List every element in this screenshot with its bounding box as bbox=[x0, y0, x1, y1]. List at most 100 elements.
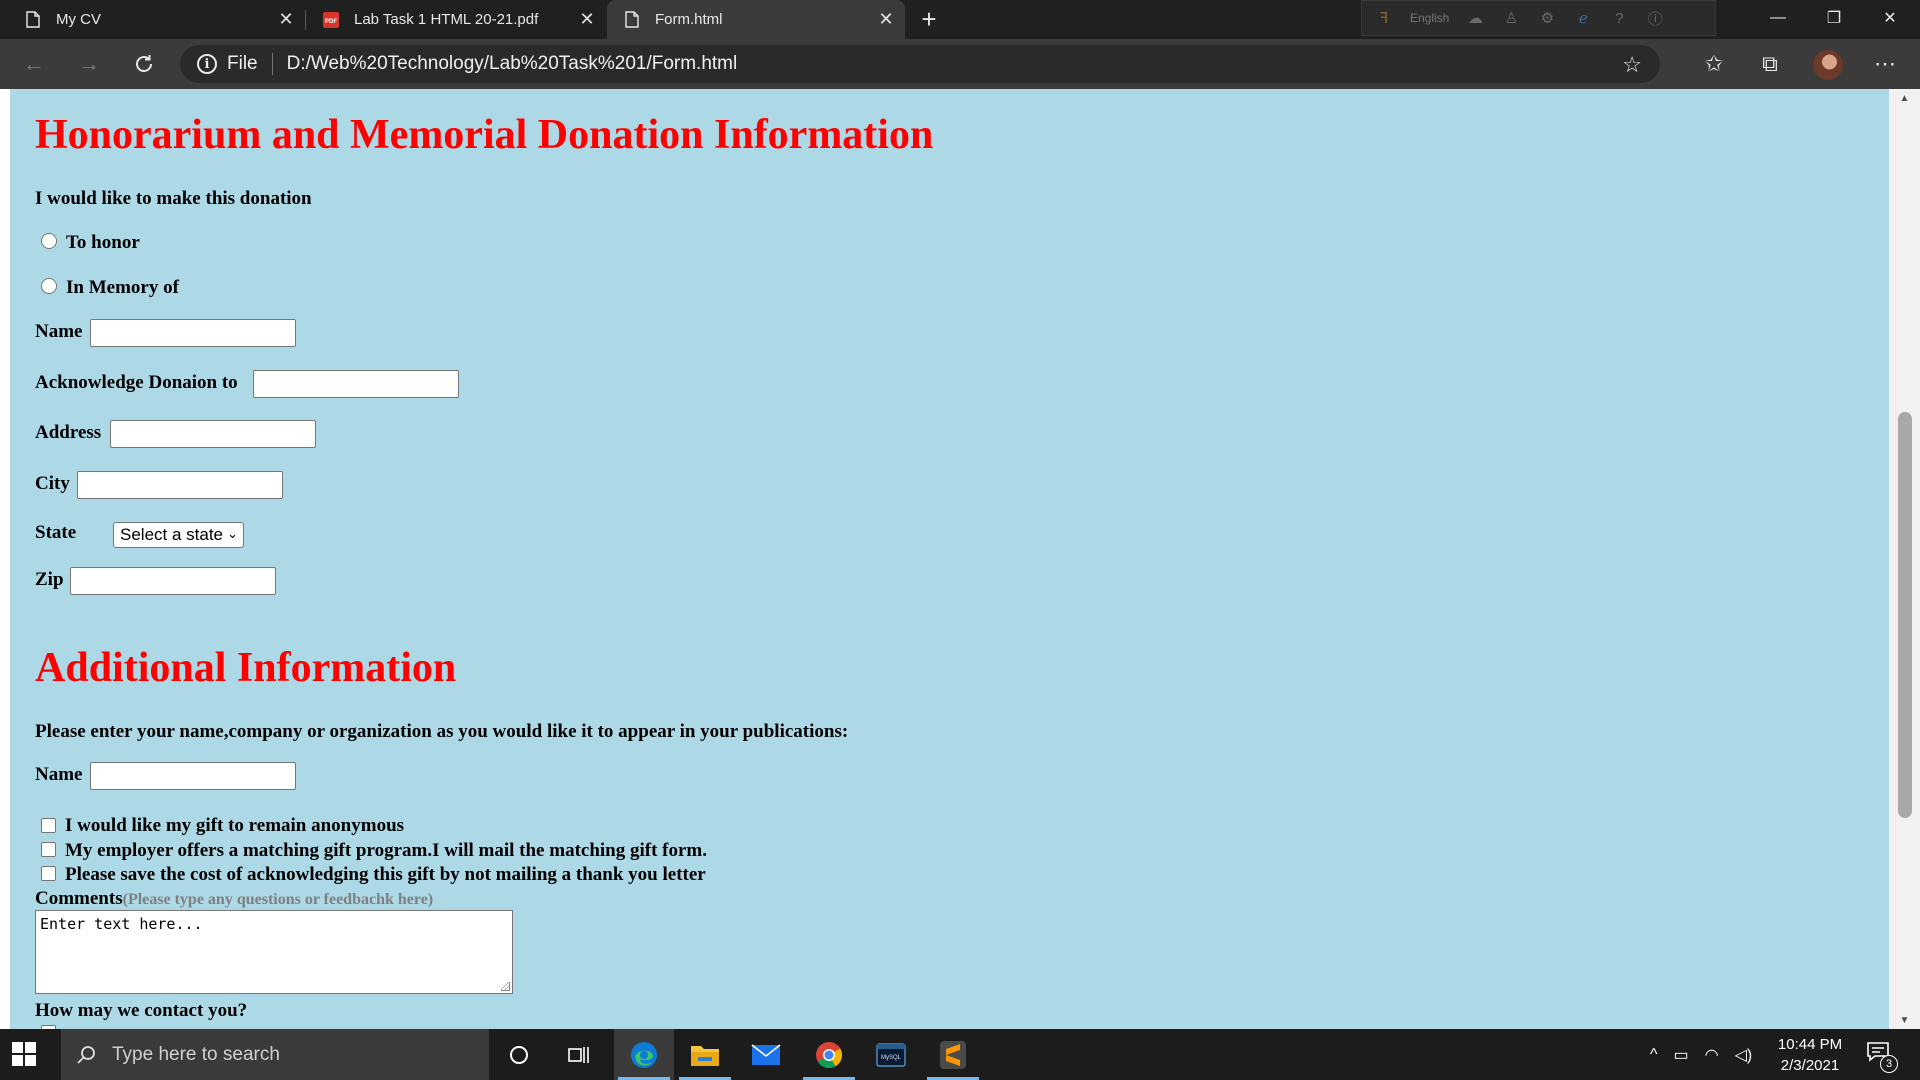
edge-icon bbox=[631, 1041, 657, 1068]
address-input[interactable] bbox=[110, 420, 316, 448]
taskbar-search[interactable]: Type here to search bbox=[61, 1029, 489, 1080]
action-center-icon[interactable]: 3 bbox=[1866, 1041, 1898, 1073]
scrollbar-thumb[interactable] bbox=[1898, 412, 1912, 818]
extension-toolbar: ꟻ English ☁ ♙ ⚙ ℯ ? ⓘ bbox=[1361, 0, 1716, 36]
checkbox-employer-match[interactable] bbox=[41, 842, 56, 857]
microphone-icon[interactable]: ♙ bbox=[1501, 8, 1521, 28]
help-icon[interactable]: ? bbox=[1609, 8, 1629, 28]
checkbox-employer-match-label[interactable]: My employer offers a matching gift progr… bbox=[65, 840, 707, 862]
chevron-up-icon[interactable]: ^ bbox=[1650, 1046, 1658, 1064]
new-tab-button[interactable]: + bbox=[914, 4, 944, 34]
taskbar-chrome[interactable] bbox=[799, 1029, 859, 1080]
svg-text:MySQL: MySQL bbox=[881, 1055, 902, 1061]
info-icon[interactable]: i bbox=[197, 54, 217, 74]
restore-button[interactable]: ❐ bbox=[1806, 0, 1862, 36]
radio-to-honor-label[interactable]: To honor bbox=[66, 232, 140, 254]
cloud-icon[interactable]: ☁ bbox=[1465, 8, 1485, 28]
comments-textarea[interactable]: Enter text here... bbox=[35, 910, 513, 994]
comments-label: Comments bbox=[35, 888, 123, 909]
task-view-icon[interactable] bbox=[549, 1029, 609, 1080]
favorites-icon[interactable]: ✩ bbox=[1696, 47, 1732, 81]
taskbar-file-explorer[interactable] bbox=[675, 1029, 735, 1080]
page-viewport: Honorarium and Memorial Donation Informa… bbox=[0, 89, 1920, 1029]
taskbar-clock[interactable]: 10:44 PM 2/3/2021 bbox=[1775, 1034, 1845, 1076]
add-favorite-icon[interactable]: ☆ bbox=[1622, 52, 1642, 78]
more-menu-icon[interactable]: ⋯ bbox=[1867, 47, 1903, 81]
browser-toolbar: ← → i File D:/Web%20Technology/Lab%20Tas… bbox=[0, 39, 1920, 89]
radio-in-memory-label[interactable]: In Memory of bbox=[66, 277, 179, 299]
windows-start-icon[interactable] bbox=[12, 1042, 36, 1066]
refresh-button[interactable] bbox=[126, 47, 162, 81]
language-indicator[interactable]: English bbox=[1410, 11, 1449, 25]
forward-button[interactable]: → bbox=[71, 47, 107, 81]
checkbox-save-cost[interactable] bbox=[41, 866, 56, 881]
publication-name-input[interactable] bbox=[90, 762, 296, 790]
chrome-icon bbox=[816, 1041, 843, 1068]
clock-date: 2/3/2021 bbox=[1780, 1057, 1840, 1074]
clock-time: 10:44 PM bbox=[1777, 1036, 1843, 1053]
publication-name-label: Name bbox=[35, 764, 83, 785]
address-label: Address bbox=[35, 422, 102, 443]
address-scheme: File bbox=[227, 53, 258, 74]
battery-icon[interactable]: ▭ bbox=[1674, 1045, 1689, 1065]
comments-hint: (Please type any questions or feedbachk … bbox=[122, 891, 434, 908]
resize-grip-icon[interactable] bbox=[501, 982, 510, 991]
section-heading-donation: Honorarium and Memorial Donation Informa… bbox=[35, 112, 934, 158]
close-icon[interactable]: ✕ bbox=[271, 5, 301, 35]
state-select[interactable]: Select a state ⌄ bbox=[113, 522, 244, 548]
taskbar-sublime[interactable] bbox=[923, 1029, 983, 1080]
back-button[interactable]: ← bbox=[16, 47, 52, 81]
page-scrollbar[interactable]: ▲ ▼ bbox=[1889, 89, 1920, 1029]
cortana-icon[interactable] bbox=[489, 1029, 549, 1080]
mail-icon bbox=[751, 1043, 781, 1065]
taskbar-edge[interactable] bbox=[614, 1029, 674, 1080]
page-icon bbox=[623, 11, 641, 29]
extension-logo-icon[interactable]: ꟻ bbox=[1374, 8, 1394, 28]
avatar[interactable] bbox=[1813, 50, 1843, 80]
tab-form-html[interactable]: Form.html ✕ bbox=[607, 0, 905, 39]
scroll-down-arrow-icon[interactable]: ▼ bbox=[1889, 1011, 1920, 1029]
close-icon[interactable]: ✕ bbox=[871, 5, 901, 35]
minimize-button[interactable]: — bbox=[1750, 0, 1806, 36]
address-divider bbox=[271, 53, 273, 75]
edge-icon[interactable]: ℯ bbox=[1573, 8, 1593, 28]
checkbox-anonymous[interactable] bbox=[41, 818, 56, 833]
city-input[interactable] bbox=[77, 471, 283, 499]
zip-input[interactable] bbox=[70, 567, 276, 595]
state-label: State bbox=[35, 522, 77, 543]
name-label: Name bbox=[35, 321, 83, 342]
notification-count-badge: 3 bbox=[1880, 1055, 1898, 1073]
tab-my-cv[interactable]: My CV ✕ bbox=[0, 0, 305, 39]
wifi-icon[interactable]: ◠ bbox=[1705, 1045, 1719, 1065]
zip-label: Zip bbox=[35, 569, 64, 590]
radio-in-memory[interactable] bbox=[41, 278, 57, 294]
collections-icon[interactable]: ⧉ bbox=[1752, 47, 1788, 81]
close-icon[interactable]: ✕ bbox=[572, 5, 602, 35]
acknowledge-input[interactable] bbox=[253, 370, 459, 398]
address-url[interactable]: D:/Web%20Technology/Lab%20Task%201/Form.… bbox=[287, 53, 738, 75]
info-icon[interactable]: ⓘ bbox=[1645, 8, 1665, 28]
taskbar-mail[interactable] bbox=[736, 1029, 796, 1080]
checkbox-anonymous-label[interactable]: I would like my gift to remain anonymous bbox=[65, 815, 404, 837]
name-input[interactable] bbox=[90, 319, 296, 347]
taskbar-mysql[interactable]: MySQL bbox=[861, 1029, 921, 1080]
address-bar[interactable]: i File D:/Web%20Technology/Lab%20Task%20… bbox=[180, 45, 1660, 83]
search-icon bbox=[76, 1045, 96, 1065]
chevron-down-icon: ⌄ bbox=[227, 526, 238, 541]
close-window-button[interactable]: ✕ bbox=[1862, 0, 1918, 36]
state-select-value: Select a state bbox=[120, 525, 224, 544]
volume-icon[interactable]: ◁) bbox=[1735, 1045, 1753, 1065]
publication-name-intro: Please enter your name,company or organi… bbox=[35, 721, 849, 742]
checkbox-save-cost-label[interactable]: Please save the cost of acknowledging th… bbox=[65, 864, 706, 886]
svg-text:PDF: PDF bbox=[325, 19, 337, 25]
tab-title: Form.html bbox=[655, 11, 723, 28]
scroll-up-arrow-icon[interactable]: ▲ bbox=[1889, 89, 1920, 107]
radio-to-honor[interactable] bbox=[41, 233, 57, 249]
tab-lab-task-pdf[interactable]: PDF Lab Task 1 HTML 20-21.pdf ✕ bbox=[306, 0, 606, 39]
tab-title: Lab Task 1 HTML 20-21.pdf bbox=[354, 11, 539, 28]
mysql-workbench-icon: MySQL bbox=[876, 1042, 906, 1067]
gear-icon[interactable]: ⚙ bbox=[1537, 8, 1557, 28]
page-icon bbox=[24, 11, 42, 29]
city-label: City bbox=[35, 473, 70, 494]
comments-label-row: Comments(Please type any questions or fe… bbox=[35, 888, 433, 910]
